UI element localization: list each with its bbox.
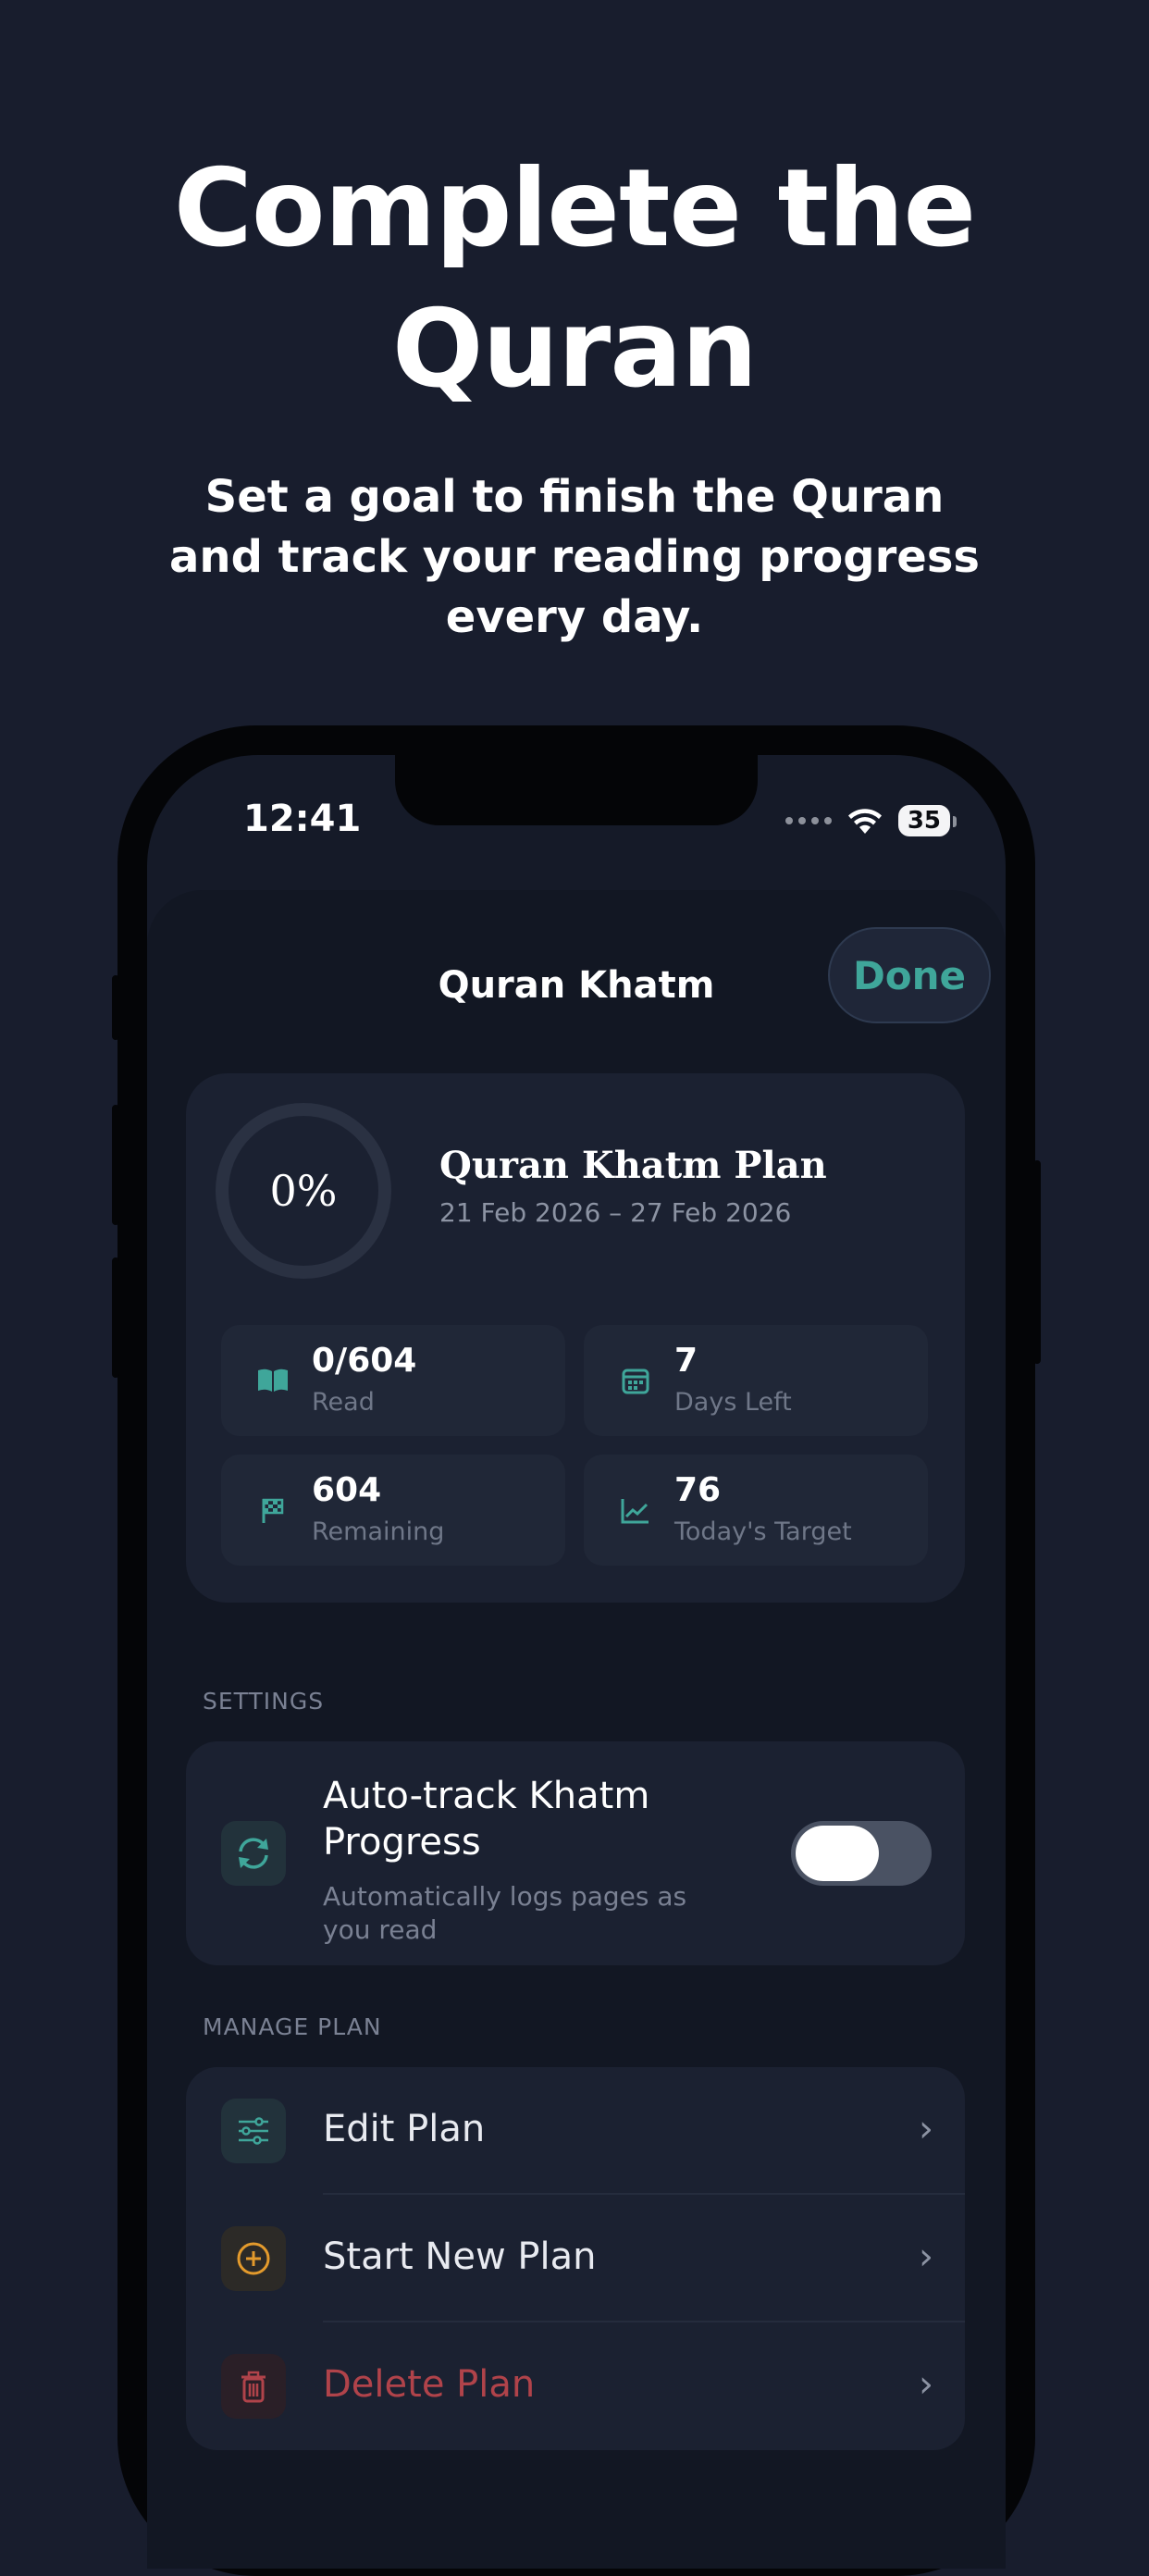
delete-plan-row[interactable]: Delete Plan › xyxy=(186,2322,965,2449)
manage-plan-card: Edit Plan › Start New Plan › Delete Plan… xyxy=(186,2067,965,2450)
khatm-sheet: Quran Khatm Done 0% Quran Khatm Plan 21 … xyxy=(147,890,1006,2569)
auto-track-subtitle: Automatically logs pages as you read xyxy=(323,1881,687,1945)
flag-icon xyxy=(262,1498,284,1523)
edit-plan-label: Edit Plan xyxy=(323,2108,486,2150)
stat-days-left: 7 Days Left xyxy=(584,1325,928,1436)
calendar-icon xyxy=(622,1368,649,1394)
auto-track-title: Auto-track Khatm Progress xyxy=(323,1775,650,1864)
status-time: 12:41 xyxy=(243,798,362,840)
hero-subtitle: Set a goal to finish the Quran and track… xyxy=(169,471,980,643)
stat-label: Remaining xyxy=(312,1517,445,1546)
hero-title-line1: Complete the xyxy=(173,146,976,271)
stat-value: 604 xyxy=(312,1471,382,1509)
settings-section-label: SETTINGS xyxy=(203,1688,325,1715)
phone-side-button xyxy=(112,975,119,1040)
sync-icon xyxy=(221,1821,286,1886)
hero-title-line2: Quran xyxy=(391,287,758,412)
stat-remaining: 604 Remaining xyxy=(221,1455,565,1566)
wifi-icon xyxy=(847,809,882,834)
plus-circle-icon xyxy=(221,2226,286,2291)
progress-percent: 0% xyxy=(269,1166,338,1216)
done-button[interactable]: Done xyxy=(828,927,991,1023)
manage-section-label: MANAGE PLAN xyxy=(203,2013,382,2040)
chevron-right-icon: › xyxy=(919,2363,933,2406)
plan-summary-card: 0% Quran Khatm Plan 21 Feb 2026 – 27 Feb… xyxy=(186,1073,965,1603)
status-icons: 35 xyxy=(785,805,958,836)
edit-plan-row[interactable]: Edit Plan › xyxy=(186,2067,965,2194)
chevron-right-icon: › xyxy=(919,2108,933,2150)
start-new-plan-label: Start New Plan xyxy=(323,2235,597,2278)
start-new-plan-row[interactable]: Start New Plan › xyxy=(186,2195,965,2322)
phone-screen: 12:41 35 Quran Khatm Done 0% Quran Khatm… xyxy=(147,755,1006,2569)
auto-track-toggle[interactable] xyxy=(791,1821,932,1886)
sliders-icon xyxy=(221,2099,286,2163)
stat-label: Today's Target xyxy=(674,1517,852,1546)
notch xyxy=(395,755,758,825)
stat-value: 76 xyxy=(674,1471,722,1509)
hero-title: Complete the Quran xyxy=(0,139,1149,420)
stat-label: Days Left xyxy=(674,1388,792,1417)
signal-dots-icon xyxy=(785,817,832,824)
trend-icon xyxy=(621,1499,649,1524)
phone-volume-down xyxy=(112,1257,119,1378)
phone-frame: 12:41 35 Quran Khatm Done 0% Quran Khatm… xyxy=(112,725,1041,2576)
stat-value: 0/604 xyxy=(312,1342,417,1380)
stat-todays-target: 76 Today's Target xyxy=(584,1455,928,1566)
stat-read: 0/604 Read xyxy=(221,1325,565,1436)
delete-plan-label: Delete Plan xyxy=(323,2363,536,2406)
toggle-knob xyxy=(796,1826,879,1881)
phone-volume-up xyxy=(112,1105,119,1225)
battery-icon: 35 xyxy=(897,805,958,836)
book-icon xyxy=(258,1368,288,1392)
phone-power-button xyxy=(1033,1160,1041,1364)
stat-value: 7 xyxy=(674,1342,698,1380)
chevron-right-icon: › xyxy=(919,2235,933,2278)
plan-name: Quran Khatm Plan xyxy=(439,1144,827,1187)
stat-label: Read xyxy=(312,1388,375,1417)
trash-icon xyxy=(221,2354,286,2419)
plan-dates: 21 Feb 2026 – 27 Feb 2026 xyxy=(439,1197,792,1228)
settings-card: Auto-track Khatm Progress Automatically … xyxy=(186,1741,965,1965)
